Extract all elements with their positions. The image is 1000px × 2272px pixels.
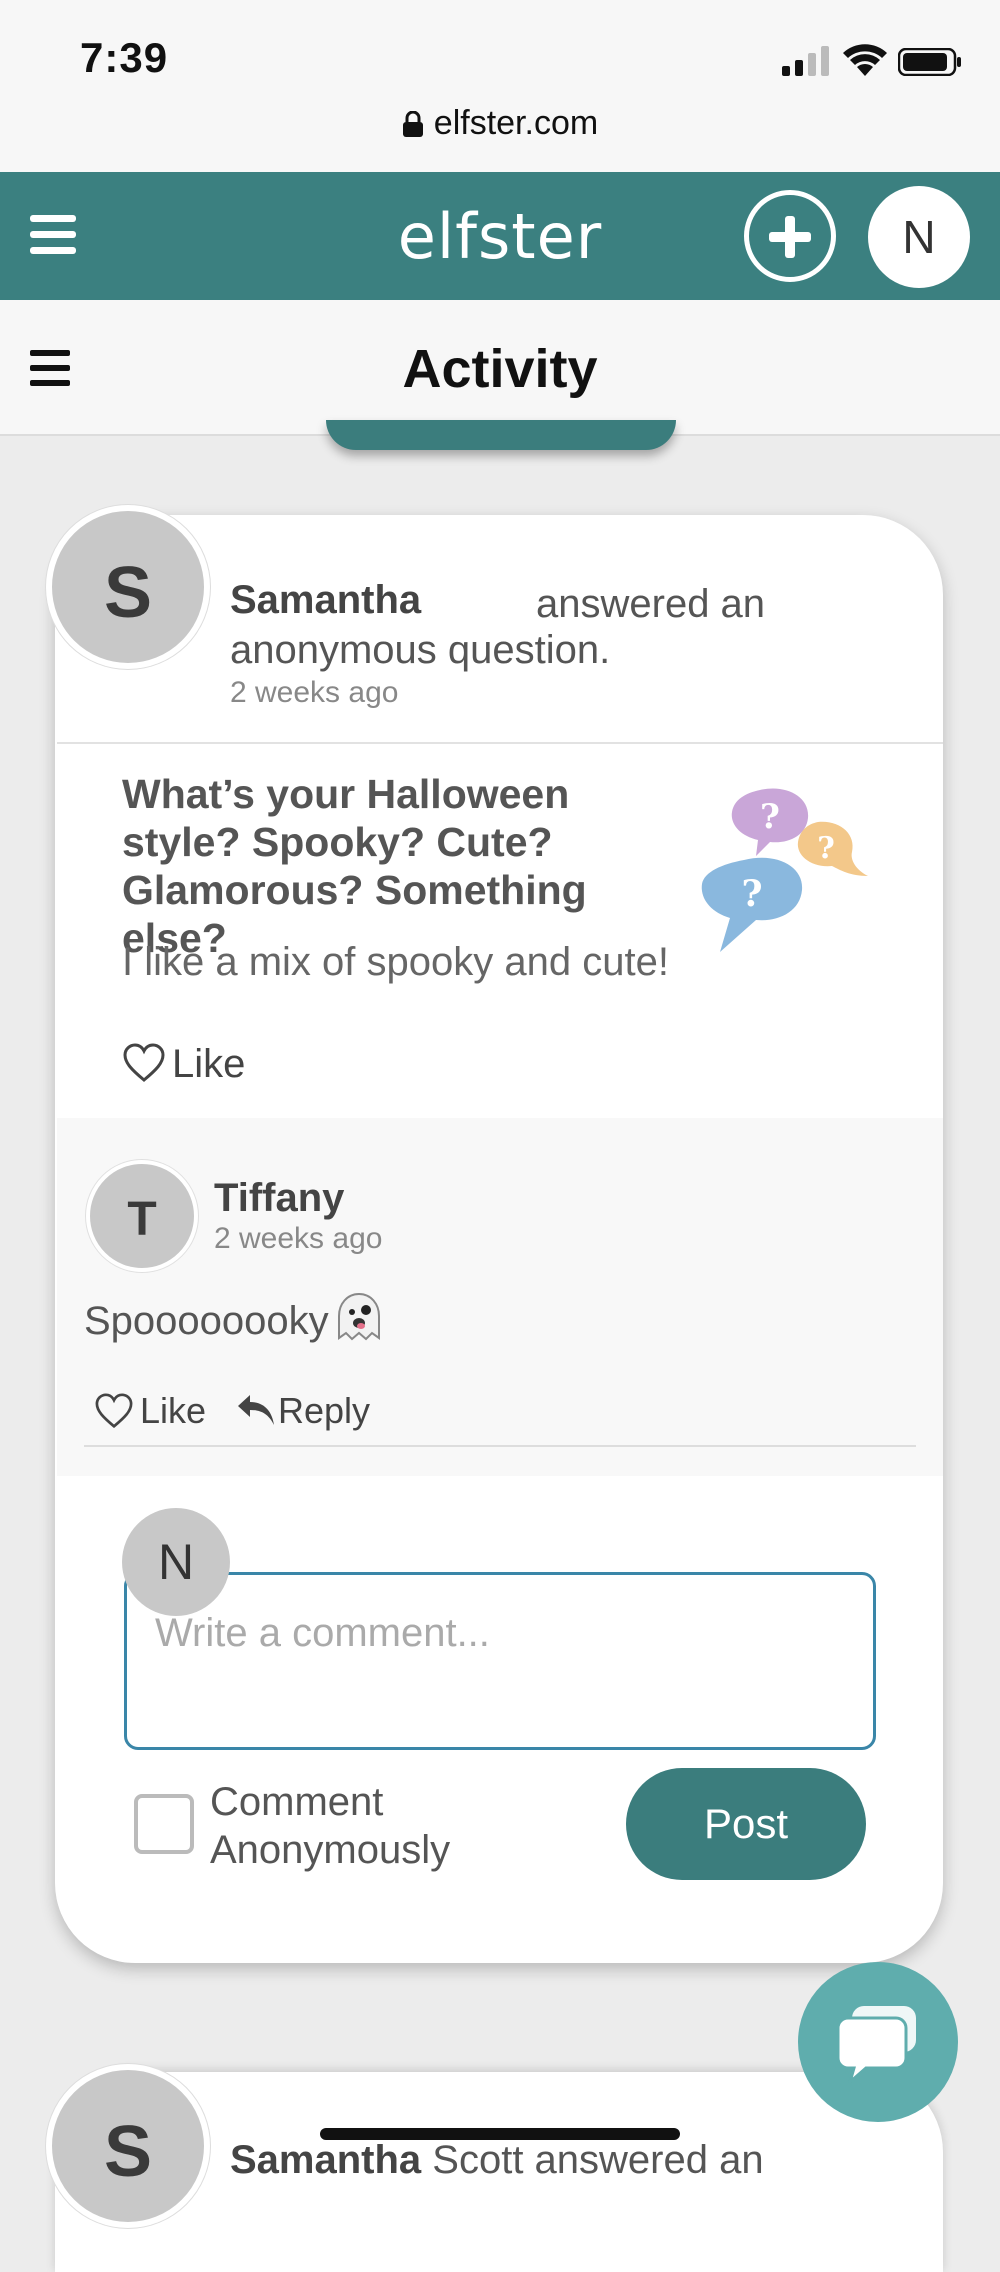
- next-post-header: Samantha Scott answered an: [230, 2138, 764, 2183]
- question-text: What’s your Halloween style? Spooky? Cut…: [122, 771, 587, 961]
- scrolled-tab-button[interactable]: [326, 420, 676, 450]
- anonymous-label-line1: Comment: [210, 1780, 384, 1824]
- status-bar: [0, 0, 1000, 172]
- like-label: Like: [172, 1042, 246, 1086]
- next-avatar[interactable]: S: [46, 2064, 210, 2228]
- home-indicator[interactable]: [320, 2128, 680, 2140]
- comment-timestamp: 2 weeks ago: [214, 1222, 383, 1255]
- elfster-logo[interactable]: elfster: [0, 200, 1000, 273]
- divider: [57, 742, 943, 744]
- svg-text:?: ?: [741, 873, 762, 915]
- next-post-author[interactable]: Samantha: [230, 2138, 421, 2182]
- cellular-signal-icon: [782, 46, 829, 76]
- ghost-emoji: [337, 1292, 380, 1341]
- comment-author[interactable]: Tiffany: [214, 1176, 344, 1221]
- chat-icon: [836, 2006, 916, 2084]
- battery-icon: [898, 48, 961, 76]
- like-button[interactable]: Like: [122, 1042, 245, 1087]
- add-button[interactable]: [744, 190, 836, 282]
- anonymous-label-line2: Anonymously: [210, 1828, 451, 1872]
- heart-icon: [123, 1043, 165, 1082]
- anonymous-label[interactable]: Comment Anonymously: [210, 1778, 450, 1874]
- post-author[interactable]: Samantha: [230, 578, 421, 623]
- chat-button[interactable]: [798, 1962, 958, 2122]
- next-post-action: Scott answered an: [421, 2138, 764, 2182]
- anonymous-checkbox[interactable]: [134, 1794, 194, 1854]
- user-avatar-button[interactable]: N: [868, 186, 970, 288]
- status-time: 7:39: [80, 34, 169, 81]
- post-button[interactable]: Post: [626, 1768, 866, 1880]
- avatar[interactable]: S: [46, 505, 210, 669]
- answer-text: I like a mix of spooky and cute!: [122, 940, 669, 984]
- comment-divider: [84, 1445, 916, 1447]
- post-timestamp: 2 weeks ago: [230, 676, 399, 709]
- comment-like-button[interactable]: Like: [94, 1390, 206, 1432]
- wifi-icon: [843, 44, 887, 76]
- post-action-text-2: anonymous question.: [230, 628, 611, 672]
- post-action-text: answered an: [536, 582, 766, 626]
- svg-text:?: ?: [817, 831, 835, 866]
- comment-avatar[interactable]: T: [86, 1160, 198, 1272]
- heart-icon: [95, 1393, 133, 1429]
- svg-text:?: ?: [760, 797, 780, 837]
- comment-body: Spoooooooky: [84, 1299, 329, 1343]
- speech-bubbles-question-icon: ? ? ?: [701, 788, 868, 952]
- reply-label: Reply: [278, 1390, 371, 1431]
- comment-like-label: Like: [140, 1390, 207, 1431]
- composer-avatar: N: [122, 1508, 230, 1616]
- url-bar[interactable]: elfster.com: [0, 104, 1000, 143]
- url-text: elfster.com: [433, 104, 599, 142]
- comment-input[interactable]: [124, 1572, 876, 1750]
- lock-icon: [402, 111, 423, 137]
- reply-icon: [238, 1395, 274, 1425]
- comment-text: Spoooooooky: [84, 1292, 383, 1344]
- page-title: Activity: [402, 339, 598, 399]
- reply-button[interactable]: Reply: [236, 1390, 370, 1432]
